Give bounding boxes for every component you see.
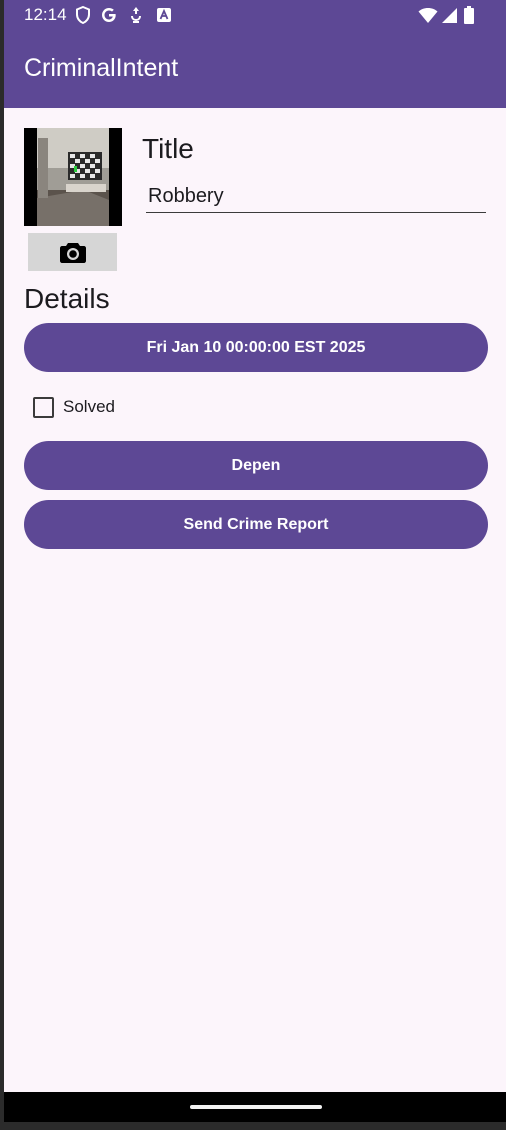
data-saver-icon [131, 7, 141, 23]
keyboard-icon [157, 8, 171, 22]
navigation-bar [4, 1092, 506, 1122]
battery-icon [464, 6, 474, 24]
title-label: Title [142, 133, 194, 164]
solved-label: Solved [63, 397, 115, 416]
cell-signal-icon [442, 8, 457, 23]
app-bar: CriminalIntent [4, 30, 506, 108]
camera-button[interactable] [28, 233, 117, 271]
crime-title-field[interactable] [146, 180, 486, 213]
wifi-icon [418, 8, 438, 23]
choose-suspect-button[interactable]: Depen [24, 441, 488, 490]
camera-icon [59, 243, 86, 263]
crime-date-button[interactable]: Fri Jan 10 00:00:00 EST 2025 [24, 323, 488, 372]
crime-photo-thumbnail [24, 128, 122, 226]
choose-suspect-label: Depen [231, 456, 281, 474]
solved-checkbox[interactable] [33, 397, 54, 418]
send-report-label: Send Crime Report [183, 515, 329, 533]
crime-photo [24, 128, 122, 226]
app-title: CriminalIntent [24, 54, 179, 82]
crime-date-label: Fri Jan 10 00:00:00 EST 2025 [146, 338, 366, 356]
vpn-shield-icon [76, 6, 90, 24]
status-bar: 12:14 [4, 0, 506, 30]
screen: 12:14 CriminalIntent Title Robbery Detai… [4, 0, 506, 1092]
status-time: 12:14 [24, 5, 67, 24]
details-label: Details [24, 283, 110, 314]
google-icon [102, 8, 116, 22]
home-gesture-handle[interactable] [190, 1105, 322, 1109]
send-report-button[interactable]: Send Crime Report [24, 500, 488, 549]
